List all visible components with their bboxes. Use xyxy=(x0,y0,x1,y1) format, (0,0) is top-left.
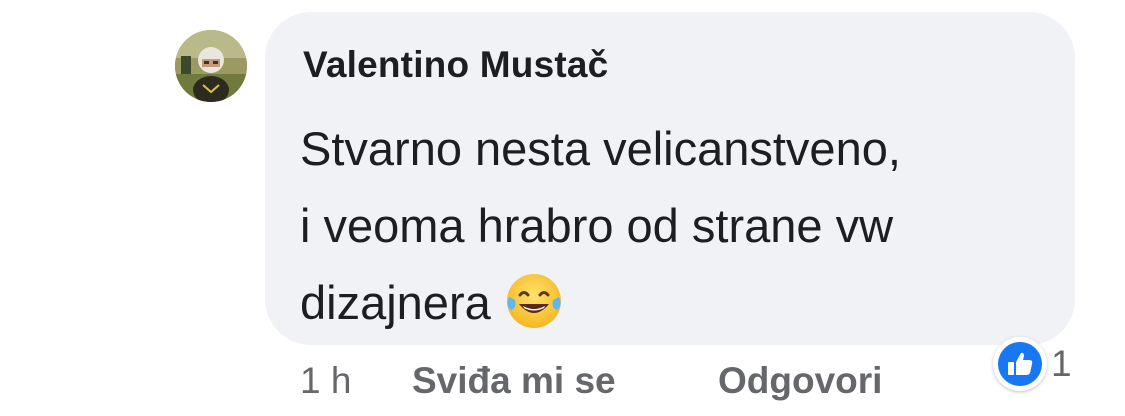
comment-container: Valentino Mustač Stvarno nesta velicanst… xyxy=(0,0,1125,416)
reaction-summary[interactable]: 1 xyxy=(993,333,1072,395)
comment-text: Stvarno nesta velicanstveno, i veoma hra… xyxy=(300,110,1060,341)
avatar-photo-icon xyxy=(175,30,247,102)
comment-text-line: i veoma hrabro od strane vw xyxy=(300,199,894,252)
avatar[interactable] xyxy=(175,30,247,102)
like-button[interactable]: Sviđa mi se xyxy=(412,360,616,402)
reply-button[interactable]: Odgovori xyxy=(718,360,882,402)
comment-timestamp[interactable]: 1 h xyxy=(300,360,351,402)
reaction-count: 1 xyxy=(1051,343,1072,384)
comment-text-line-last: dizajnera xyxy=(300,264,1060,341)
comment-author[interactable]: Valentino Mustač xyxy=(303,44,608,86)
comment-text-line: Stvarno nesta velicanstveno, xyxy=(300,122,901,175)
comment-text-segment: dizajnera xyxy=(300,276,491,329)
face-with-tears-of-joy-icon xyxy=(503,270,565,332)
like-thumbs-up-icon xyxy=(993,337,1047,391)
